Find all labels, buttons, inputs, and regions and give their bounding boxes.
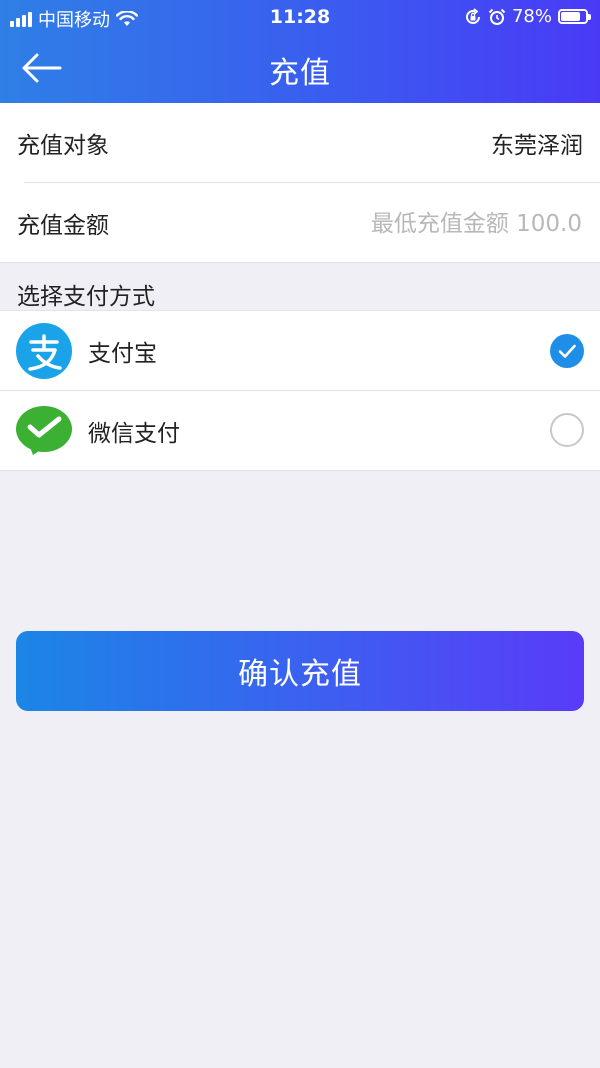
radio-unchecked[interactable] [550,413,584,447]
target-row: 充值对象 东莞泽润 [0,103,600,183]
alarm-icon [488,8,506,25]
payment-option-wechat[interactable]: 微信支付 [0,391,600,470]
page-title: 充值 [269,56,331,91]
section-divider [0,470,600,471]
confirm-recharge-button[interactable]: 确认充值 [16,631,584,711]
status-right: 78% [464,6,591,27]
check-icon [558,344,576,358]
amount-row: 充值金额 [0,183,600,262]
app-header: 中国移动 11:28 78% 充值 [0,0,600,103]
payment-methods: 支付宝 微信支付 [0,311,600,470]
payment-option-alipay[interactable]: 支付宝 [0,311,600,391]
battery-percent: 78% [511,6,552,27]
wechat-pay-icon [16,406,72,455]
amount-label: 充值金额 [17,212,109,239]
orientation-lock-icon [466,7,480,24]
payment-section-label: 选择支付方式 [17,284,155,310]
payment-label: 微信支付 [88,420,180,447]
section-divider [0,262,600,263]
nav-bar: 充值 [0,34,600,103]
recharge-form: 充值对象 东莞泽润 充值金额 [0,103,600,262]
battery-level [561,12,580,21]
alipay-icon [16,323,72,379]
radio-checked[interactable] [550,334,584,368]
status-bar: 中国移动 11:28 78% [0,0,600,34]
amount-input[interactable] [250,203,584,245]
battery-icon [558,9,591,24]
target-label: 充值对象 [17,133,109,159]
target-value: 东莞泽润 [491,133,583,159]
payment-label: 支付宝 [88,341,157,367]
